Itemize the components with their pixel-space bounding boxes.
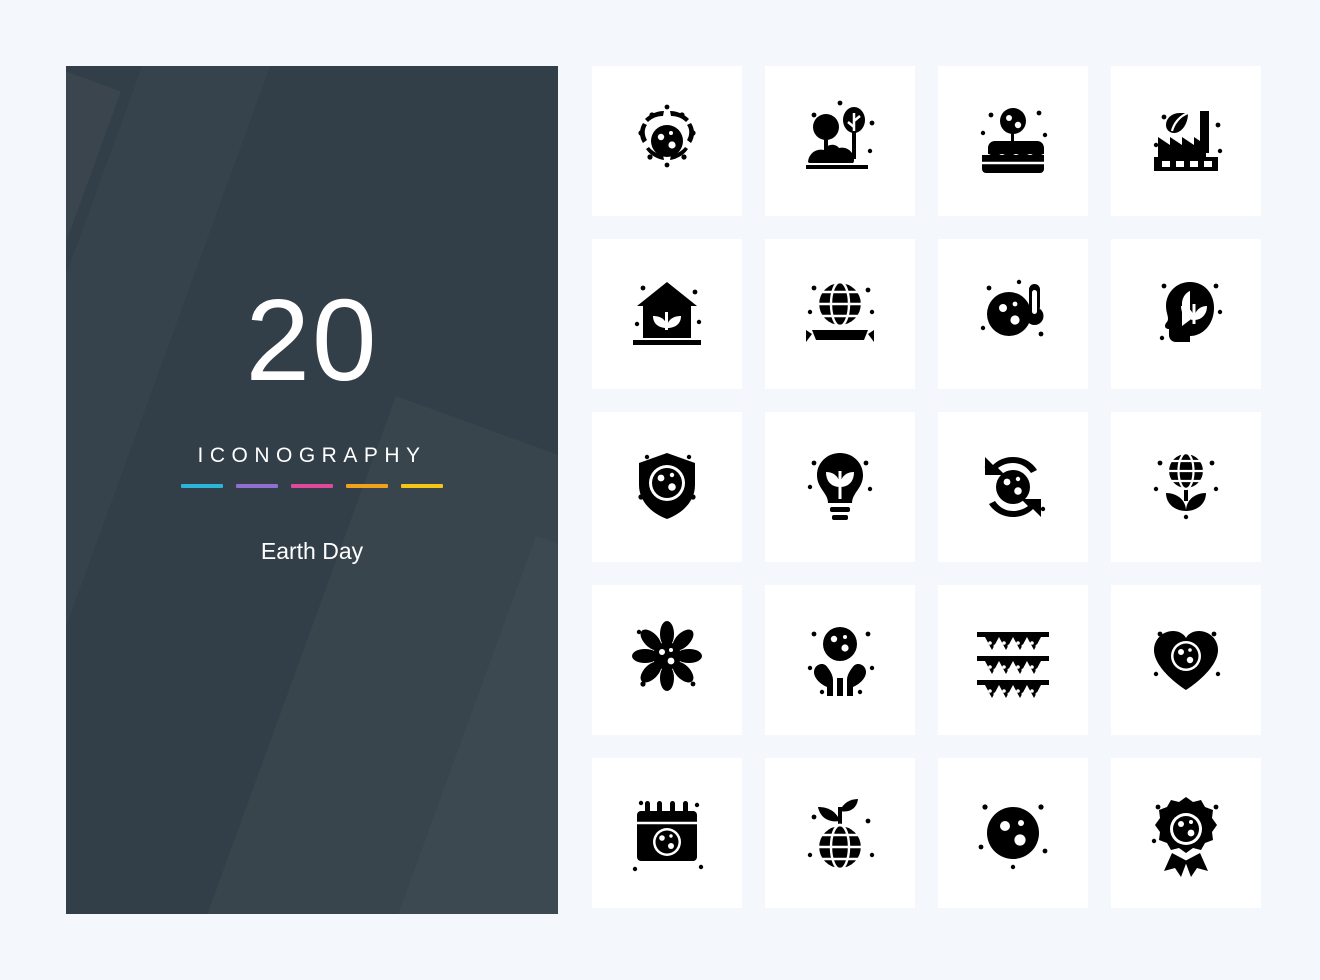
icon-tile-eco-house[interactable] (592, 239, 742, 389)
icon-tile-earth-calendar[interactable] (592, 758, 742, 908)
earth-heart-icon (1153, 631, 1221, 690)
icon-tile-earth-heart[interactable] (1111, 585, 1261, 735)
eco-lightbulb-icon (807, 453, 873, 520)
icon-tile-eco-lightbulb[interactable] (765, 412, 915, 562)
icon-tile-globe-leaves[interactable] (1111, 412, 1261, 562)
earth-in-hands-icon (807, 627, 875, 696)
earth-globe-icon (978, 804, 1048, 870)
icon-tile-earth-flower[interactable] (592, 585, 742, 735)
icon-tile-earth-cake[interactable] (938, 66, 1088, 216)
color-rules (181, 484, 443, 488)
icon-tile-earth-globe[interactable] (938, 758, 1088, 908)
globe-banner-icon (806, 280, 875, 342)
panel-subtitle: ICONOGRAPHY (197, 444, 427, 467)
icon-tile-globe-sprout[interactable] (765, 758, 915, 908)
color-rule-5 (401, 484, 443, 488)
earth-cake-icon (980, 108, 1048, 173)
eco-factory-icon (1153, 111, 1223, 171)
panel-title: Earth Day (260, 538, 364, 564)
earth-award-badge-icon (1151, 797, 1219, 877)
trees-bushes-icon (806, 100, 875, 169)
icon-count: 20 (245, 275, 379, 405)
color-rule-4 (346, 484, 388, 488)
icon-tile-global-warming-thermometer[interactable] (938, 239, 1088, 389)
icon-tile-globe-wreath[interactable] (592, 66, 742, 216)
icon-tile-earth-in-hands[interactable] (765, 585, 915, 735)
icon-tile-earth-recycle[interactable] (938, 412, 1088, 562)
globe-wreath-icon (638, 104, 696, 168)
icon-tile-earth-garland[interactable] (938, 585, 1088, 735)
icon-tile-eco-mind-head[interactable] (1111, 239, 1261, 389)
earth-flower-icon (632, 621, 702, 691)
icon-tile-globe-banner[interactable] (765, 239, 915, 389)
icon-tile-eco-factory[interactable] (1111, 66, 1261, 216)
title-panel: 20 ICONOGRAPHY Earth Day (66, 66, 558, 914)
global-warming-thermometer-icon (980, 279, 1044, 337)
earth-recycle-icon (984, 457, 1046, 517)
globe-leaves-icon (1153, 451, 1219, 520)
poster: 20 ICONOGRAPHY Earth Day (0, 0, 1320, 980)
icon-tile-earth-award-badge[interactable] (1111, 758, 1261, 908)
globe-sprout-icon (807, 799, 875, 871)
color-rule-1 (181, 484, 223, 488)
color-rule-3 (291, 484, 333, 488)
eco-house-icon (633, 282, 702, 345)
earth-shield-icon (638, 453, 696, 519)
icon-tile-trees-bushes[interactable] (765, 66, 915, 216)
earth-calendar-icon (632, 800, 704, 872)
color-rule-2 (236, 484, 278, 488)
icon-tile-earth-shield[interactable] (592, 412, 742, 562)
earth-garland-icon (977, 632, 1049, 698)
eco-mind-head-icon (1159, 282, 1223, 342)
icon-grid (592, 66, 1261, 908)
